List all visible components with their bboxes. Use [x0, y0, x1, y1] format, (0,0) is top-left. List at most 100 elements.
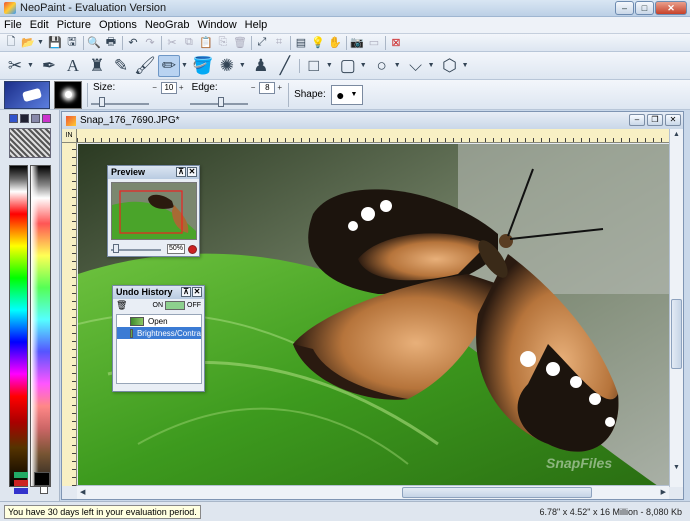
menu-options[interactable]: Options: [99, 19, 137, 31]
shape-value: ●: [336, 86, 345, 103]
text-icon[interactable]: A: [62, 55, 84, 77]
line-icon[interactable]: ╱: [274, 55, 296, 77]
preview-panel-title: Preview ⊼ ✕: [108, 166, 199, 179]
minimize-button[interactable]: –: [615, 1, 634, 15]
preview-thumbnail[interactable]: [111, 182, 197, 240]
delete-icon[interactable]: 🗑: [233, 36, 247, 50]
preview-zoom-slider[interactable]: [111, 244, 161, 254]
color-palette-panel: [0, 110, 60, 501]
size-decrease[interactable]: −: [152, 83, 157, 92]
ellipse-icon[interactable]: ○: [371, 55, 393, 77]
menu-window[interactable]: Window: [198, 19, 237, 31]
print-preview-icon[interactable]: 🔍: [87, 36, 101, 50]
watermark-text: SnapFiles: [546, 455, 613, 471]
edge-slider[interactable]: [189, 94, 248, 108]
undo-icon[interactable]: ↶: [126, 36, 140, 50]
menu-edit[interactable]: Edit: [30, 19, 49, 31]
bulb-icon[interactable]: 💡: [311, 36, 325, 50]
trash-icon[interactable]: 🗑: [116, 300, 127, 311]
palette-mode-4[interactable]: [42, 114, 51, 123]
palette-mode-2[interactable]: [20, 114, 29, 123]
history-thumb: [130, 316, 144, 326]
edge-field[interactable]: 8: [259, 81, 276, 94]
vertical-scroll-thumb[interactable]: [671, 299, 682, 369]
pattern-swatches[interactable]: [9, 128, 51, 158]
print-icon[interactable]: 🖶: [104, 36, 118, 50]
size-label: Size:: [93, 82, 116, 93]
undo-pin-icon[interactable]: ⊼: [181, 287, 191, 297]
preview-image: [112, 183, 196, 239]
dropper-icon[interactable]: ✎: [110, 55, 132, 77]
mini-swatch-blue[interactable]: [14, 488, 28, 494]
airbrush-icon[interactable]: ✒: [38, 55, 60, 77]
doc-restore-button[interactable]: ❐: [647, 114, 663, 126]
camera-icon[interactable]: 📷: [350, 36, 364, 50]
clone-icon[interactable]: ♟: [250, 55, 272, 77]
history-item-brightness[interactable]: Brightness/Contra: [117, 327, 201, 339]
menu-bar: File Edit Picture Options NeoGrab Window…: [0, 17, 690, 34]
history-toggle[interactable]: [165, 301, 185, 310]
close-button[interactable]: ✕: [655, 1, 687, 15]
rounded-rect-icon[interactable]: ▢: [337, 55, 359, 77]
palette-mode-1[interactable]: [9, 114, 18, 123]
cut-icon[interactable]: ✂: [165, 36, 179, 50]
vertical-scrollbar[interactable]: ▲ ▼: [669, 129, 683, 487]
mini-swatch-green[interactable]: [14, 472, 28, 478]
resize-icon[interactable]: ⤢: [255, 36, 269, 50]
copy-icon[interactable]: ⧉: [182, 36, 196, 50]
preview-zoom-field[interactable]: 50%: [167, 244, 185, 254]
edge-decrease[interactable]: −: [251, 83, 256, 92]
spray-icon[interactable]: ✺: [216, 55, 238, 77]
horizontal-scroll-thumb[interactable]: [402, 487, 592, 498]
rectangle-icon[interactable]: □: [303, 55, 325, 77]
app-icon: [4, 2, 16, 14]
title-bar: NeoPaint - Evaluation Version – □ ✕: [0, 0, 690, 17]
background-color[interactable]: [40, 486, 48, 494]
foreground-color[interactable]: [34, 472, 50, 486]
doc-minimize-button[interactable]: –: [629, 114, 645, 126]
cube-icon[interactable]: ⬡: [439, 55, 461, 77]
paste-icon[interactable]: 📋: [199, 36, 213, 50]
document-title-bar: Snap_176_7690.JPG* – ❐ ✕: [62, 112, 683, 129]
preview-pin-icon[interactable]: ⊼: [176, 167, 186, 177]
size-increase[interactable]: +: [179, 83, 184, 92]
scanner-icon[interactable]: ▤: [294, 36, 308, 50]
polygon-icon[interactable]: ⌵: [405, 55, 427, 77]
brush-icon[interactable]: 🖌: [134, 55, 156, 77]
preview-close-icon[interactable]: ✕: [187, 167, 197, 177]
paste-new-icon[interactable]: ⎘: [216, 36, 230, 50]
history-item-open[interactable]: Open: [117, 315, 201, 327]
palette-mode-3[interactable]: [31, 114, 40, 123]
fill-icon[interactable]: 🪣: [192, 55, 214, 77]
shape-label: Shape:: [294, 89, 326, 100]
undo-close-icon[interactable]: ✕: [192, 287, 202, 297]
mini-swatch-red[interactable]: [14, 480, 28, 486]
menu-help[interactable]: Help: [245, 19, 268, 31]
pen-icon[interactable]: ✏: [157, 54, 180, 77]
preview-record-icon[interactable]: [188, 244, 197, 254]
menu-neograb[interactable]: NeoGrab: [145, 19, 190, 31]
color-spectrum[interactable]: [9, 165, 28, 487]
menu-file[interactable]: File: [4, 19, 22, 31]
crop-icon[interactable]: ⌗: [272, 36, 286, 50]
open-icon[interactable]: 📂: [21, 36, 35, 50]
menu-picture[interactable]: Picture: [57, 19, 91, 31]
close-doc-icon[interactable]: ⊠: [389, 36, 403, 50]
size-slider[interactable]: [91, 94, 149, 108]
save-icon[interactable]: 💾: [48, 36, 62, 50]
maximize-button[interactable]: □: [635, 1, 654, 15]
shape-dropdown[interactable]: ● ▼: [330, 84, 363, 105]
screen-icon[interactable]: ▭: [367, 36, 381, 50]
scissors-icon[interactable]: ✂: [4, 55, 26, 77]
horizontal-scrollbar[interactable]: ◀ ▶: [77, 485, 669, 499]
color-spectrum-light[interactable]: [30, 165, 51, 487]
save-as-icon[interactable]: 🖫: [65, 36, 79, 50]
grab-icon[interactable]: ✋: [328, 36, 342, 50]
size-field[interactable]: 10: [160, 81, 177, 94]
ruler-unit[interactable]: IN: [62, 129, 77, 143]
edge-increase[interactable]: +: [277, 83, 282, 92]
stamp-icon[interactable]: ♜: [86, 55, 108, 77]
redo-icon[interactable]: ↷: [143, 36, 157, 50]
new-icon[interactable]: 🗋: [4, 36, 18, 50]
doc-close-button[interactable]: ✕: [665, 114, 681, 126]
